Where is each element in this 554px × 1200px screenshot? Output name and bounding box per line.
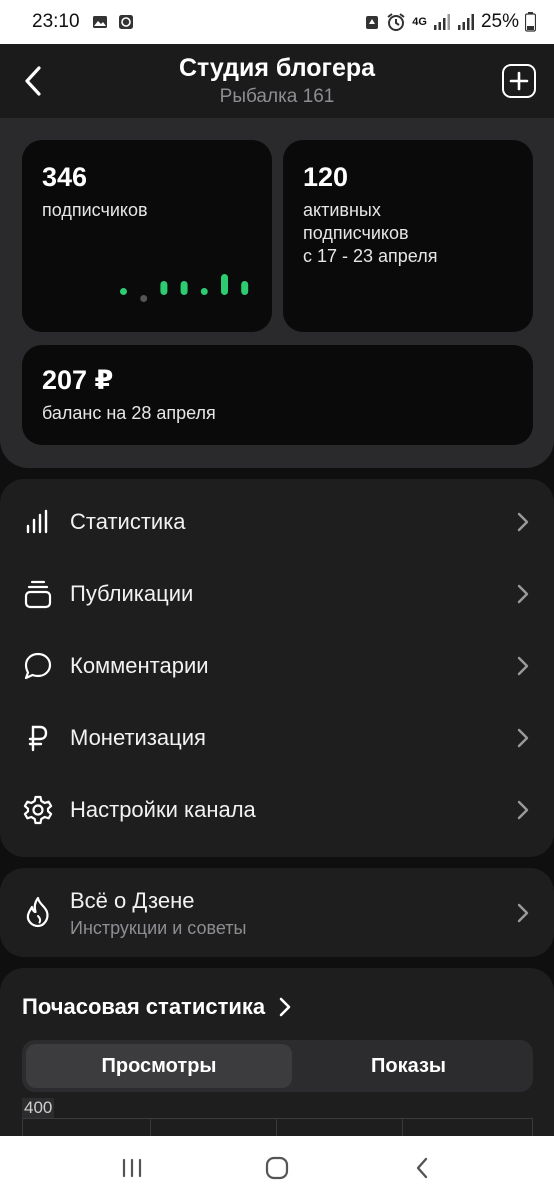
about-title: Всё о Дзене xyxy=(70,888,195,913)
bar-chart-icon xyxy=(22,506,54,538)
menu-item-publications[interactable]: Публикации xyxy=(0,558,554,630)
tab-impressions[interactable]: Показы xyxy=(288,1044,529,1088)
flame-icon xyxy=(22,896,54,928)
battery-percent: 25% xyxy=(480,11,519,32)
subscribers-sparkline xyxy=(120,274,249,302)
home-button[interactable] xyxy=(247,1148,307,1188)
chevron-right-icon xyxy=(517,728,529,748)
menu-item-comments[interactable]: Комментарии xyxy=(0,630,554,702)
stack-icon xyxy=(22,578,54,610)
balance-card[interactable]: 207 ₽ баланс на 28 апреля xyxy=(22,345,533,445)
chart-grid-vertical xyxy=(150,1118,151,1138)
menu-item-monetization[interactable]: Монетизация xyxy=(0,702,554,774)
stats-panel: 346 подписчиков 120 активных подписчиков… xyxy=(0,118,554,468)
system-nav-bar xyxy=(0,1136,554,1200)
plus-icon xyxy=(509,71,529,91)
sparkline-bar xyxy=(221,274,228,295)
recent-apps-icon xyxy=(123,1158,142,1178)
menu-label-channel-settings: Настройки канала xyxy=(70,797,256,822)
sparkline-bar xyxy=(160,281,168,295)
subscribers-card[interactable]: 346 подписчиков xyxy=(22,140,272,332)
menu-label-statistics: Статистика xyxy=(70,509,186,534)
about-dzen-item[interactable]: Всё о Дзене Инструкции и советы xyxy=(0,868,554,957)
network-type: 4G xyxy=(412,15,427,28)
chart-grid-vertical xyxy=(402,1118,403,1138)
chart-grid-vertical xyxy=(532,1118,533,1138)
back-arrow-icon xyxy=(416,1157,427,1179)
active-label-line-1: активных xyxy=(303,200,381,220)
about-subtitle: Инструкции и советы xyxy=(70,918,247,938)
balance-label: баланс на 28 апреля xyxy=(42,403,216,423)
gallery-icon xyxy=(92,16,107,28)
chart-axis-max: 400 xyxy=(22,1098,55,1118)
alarm-icon xyxy=(387,13,405,31)
channel-name: Рыбалка 161 xyxy=(219,86,335,107)
active-subscribers-label: активных подписчиков с 17 - 23 апреля xyxy=(303,199,513,268)
gear-icon xyxy=(22,794,54,826)
signal-icon xyxy=(433,14,450,30)
subscribers-label: подписчиков xyxy=(42,200,148,220)
recycle-icon xyxy=(366,16,379,29)
page-title: Студия блогера xyxy=(178,54,376,82)
sparkline-bar xyxy=(140,295,148,302)
system-back-button[interactable] xyxy=(392,1148,452,1188)
chevron-right-icon xyxy=(279,997,291,1017)
sparkline-bar xyxy=(120,288,127,295)
chart-gridline xyxy=(22,1118,533,1119)
menu-item-statistics[interactable]: Статистика xyxy=(0,486,554,558)
battery-icon xyxy=(525,12,536,32)
sparkline-bar xyxy=(241,281,249,295)
chevron-right-icon xyxy=(517,800,529,820)
chevron-right-icon xyxy=(517,584,529,604)
comment-icon xyxy=(22,650,54,682)
active-subscribers-count: 120 xyxy=(303,162,349,192)
hourly-stats-header[interactable]: Почасовая статистика xyxy=(22,994,291,1020)
active-label-period: с 17 - 23 апреля xyxy=(303,246,438,266)
menu-item-channel-settings[interactable]: Настройки канала xyxy=(0,774,554,846)
app-header: Студия блогера Рыбалка 161 xyxy=(0,44,554,118)
chart-grid-vertical xyxy=(276,1118,277,1138)
metric-switch: Просмотры Показы xyxy=(22,1040,533,1092)
hourly-stats-section: Почасовая статистика Просмотры Показы 40… xyxy=(0,968,554,1138)
status-time: 23:10 xyxy=(32,11,80,32)
studio-menu: Статистика Публикации Комментарии Монети… xyxy=(0,479,554,857)
active-label-line-2: подписчиков xyxy=(303,223,409,243)
hourly-stats-title: Почасовая статистика xyxy=(22,994,266,1019)
home-icon xyxy=(265,1156,289,1180)
tab-views[interactable]: Просмотры xyxy=(26,1044,292,1088)
active-subscribers-card[interactable]: 120 активных подписчиков с 17 - 23 апрел… xyxy=(283,140,533,332)
menu-label-comments: Комментарии xyxy=(70,653,209,678)
sparkline-bar xyxy=(200,288,208,295)
signal-2-icon xyxy=(457,14,474,30)
chevron-right-icon xyxy=(517,512,529,532)
chevron-right-icon xyxy=(517,656,529,676)
balance-amount: 207 ₽ xyxy=(42,365,114,395)
add-publication-button[interactable] xyxy=(502,64,536,98)
ruble-icon xyxy=(22,722,54,754)
chart-grid-vertical xyxy=(22,1118,23,1138)
sparkline-bar xyxy=(180,281,188,295)
clock-app-icon xyxy=(118,15,133,29)
status-bar: 23:10 4G 25% xyxy=(0,0,554,44)
menu-label-monetization: Монетизация xyxy=(70,725,206,750)
menu-label-publications: Публикации xyxy=(70,581,194,606)
chevron-right-icon xyxy=(517,903,529,923)
subscribers-count: 346 xyxy=(42,162,88,192)
recent-apps-button[interactable] xyxy=(102,1148,162,1188)
header-titles: Студия блогера Рыбалка 161 xyxy=(0,54,554,108)
